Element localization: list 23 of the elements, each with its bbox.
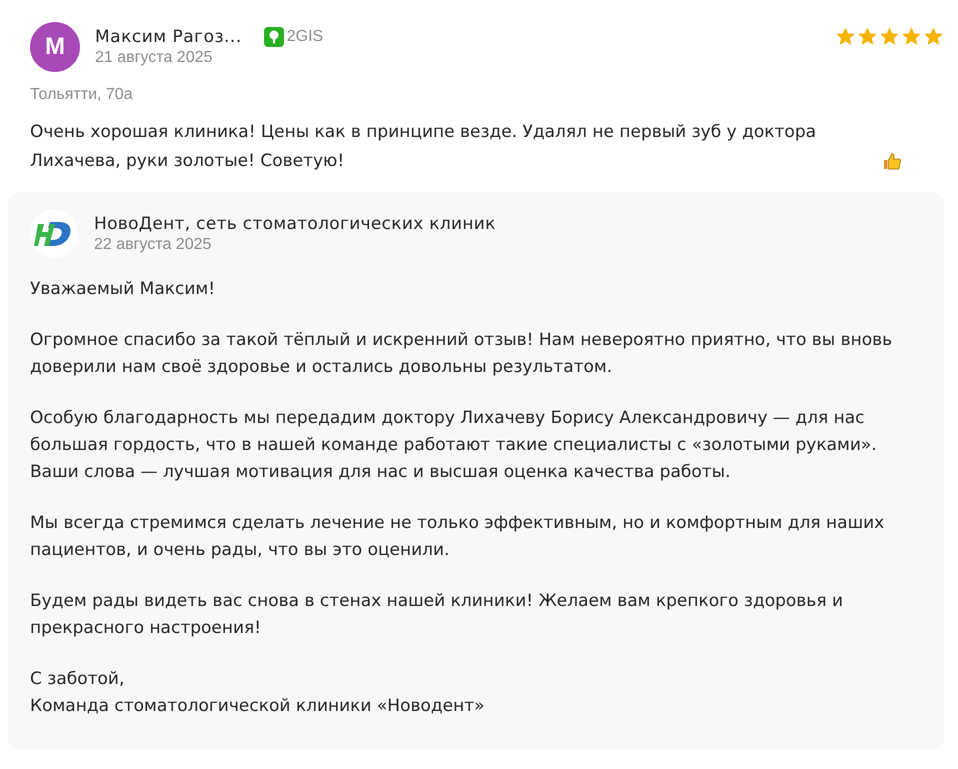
reply-paragraph: Мы всегда стремимся сделать лечение не только эффективным, но и комфортным для наших пациентов, и очень рады, что вы это оценили. xyxy=(30,512,886,562)
reply-paragraph: Особую благодарность мы передадим доктору Лихачеву Борису Александровичу — для нас большая гордость, что в нашей команде работают такие специалисты с «золотыми руками». Ваши слова — лучшая мотивация для нас и высшая оценка качества работы. xyxy=(30,407,878,484)
reply-date: 22 августа 2025 xyxy=(94,236,212,254)
signature-line: С заботой, xyxy=(30,668,126,691)
star-icon xyxy=(923,26,944,47)
reply-paragraph: Будем рады видеть вас снова в стенах нашей клиники! Желаем вам крепкого здоровья и прекрасного настроения! xyxy=(30,590,844,640)
reply-author: НовоДент, сеть стоматологических клиник xyxy=(94,214,496,234)
review-date: 21 августа 2025 xyxy=(95,49,214,67)
avatar: М xyxy=(30,22,80,72)
reply-paragraph: Огромное спасибо за такой тёплый и искренний отзыв! Нам невероятно приятно, что вы вновь доверили нам своё здоровье и остались довольны результатом. xyxy=(30,329,894,379)
thumbs-up-icon xyxy=(882,151,902,171)
logo-icon xyxy=(30,210,78,258)
signature-line: Команда стоматологической клиники «Новодент» xyxy=(30,695,486,718)
source-label: 2GIS xyxy=(286,28,324,46)
reply-paragraph: Уважаемый Максим! xyxy=(30,278,216,301)
author-name: Максим Рагоз... xyxy=(95,27,242,47)
review-text: Очень хорошая клиника! Цены как в принципе везде. Удалял не первый зуб у доктора Лихачева, руки золотые! Советую! xyxy=(30,121,818,173)
star-icon xyxy=(879,26,900,47)
map-pin-icon xyxy=(264,27,284,47)
star-icon xyxy=(835,26,856,47)
location-label: Тольятти, 70а xyxy=(30,86,134,104)
star-icon xyxy=(857,26,878,47)
star-icon xyxy=(901,26,922,47)
